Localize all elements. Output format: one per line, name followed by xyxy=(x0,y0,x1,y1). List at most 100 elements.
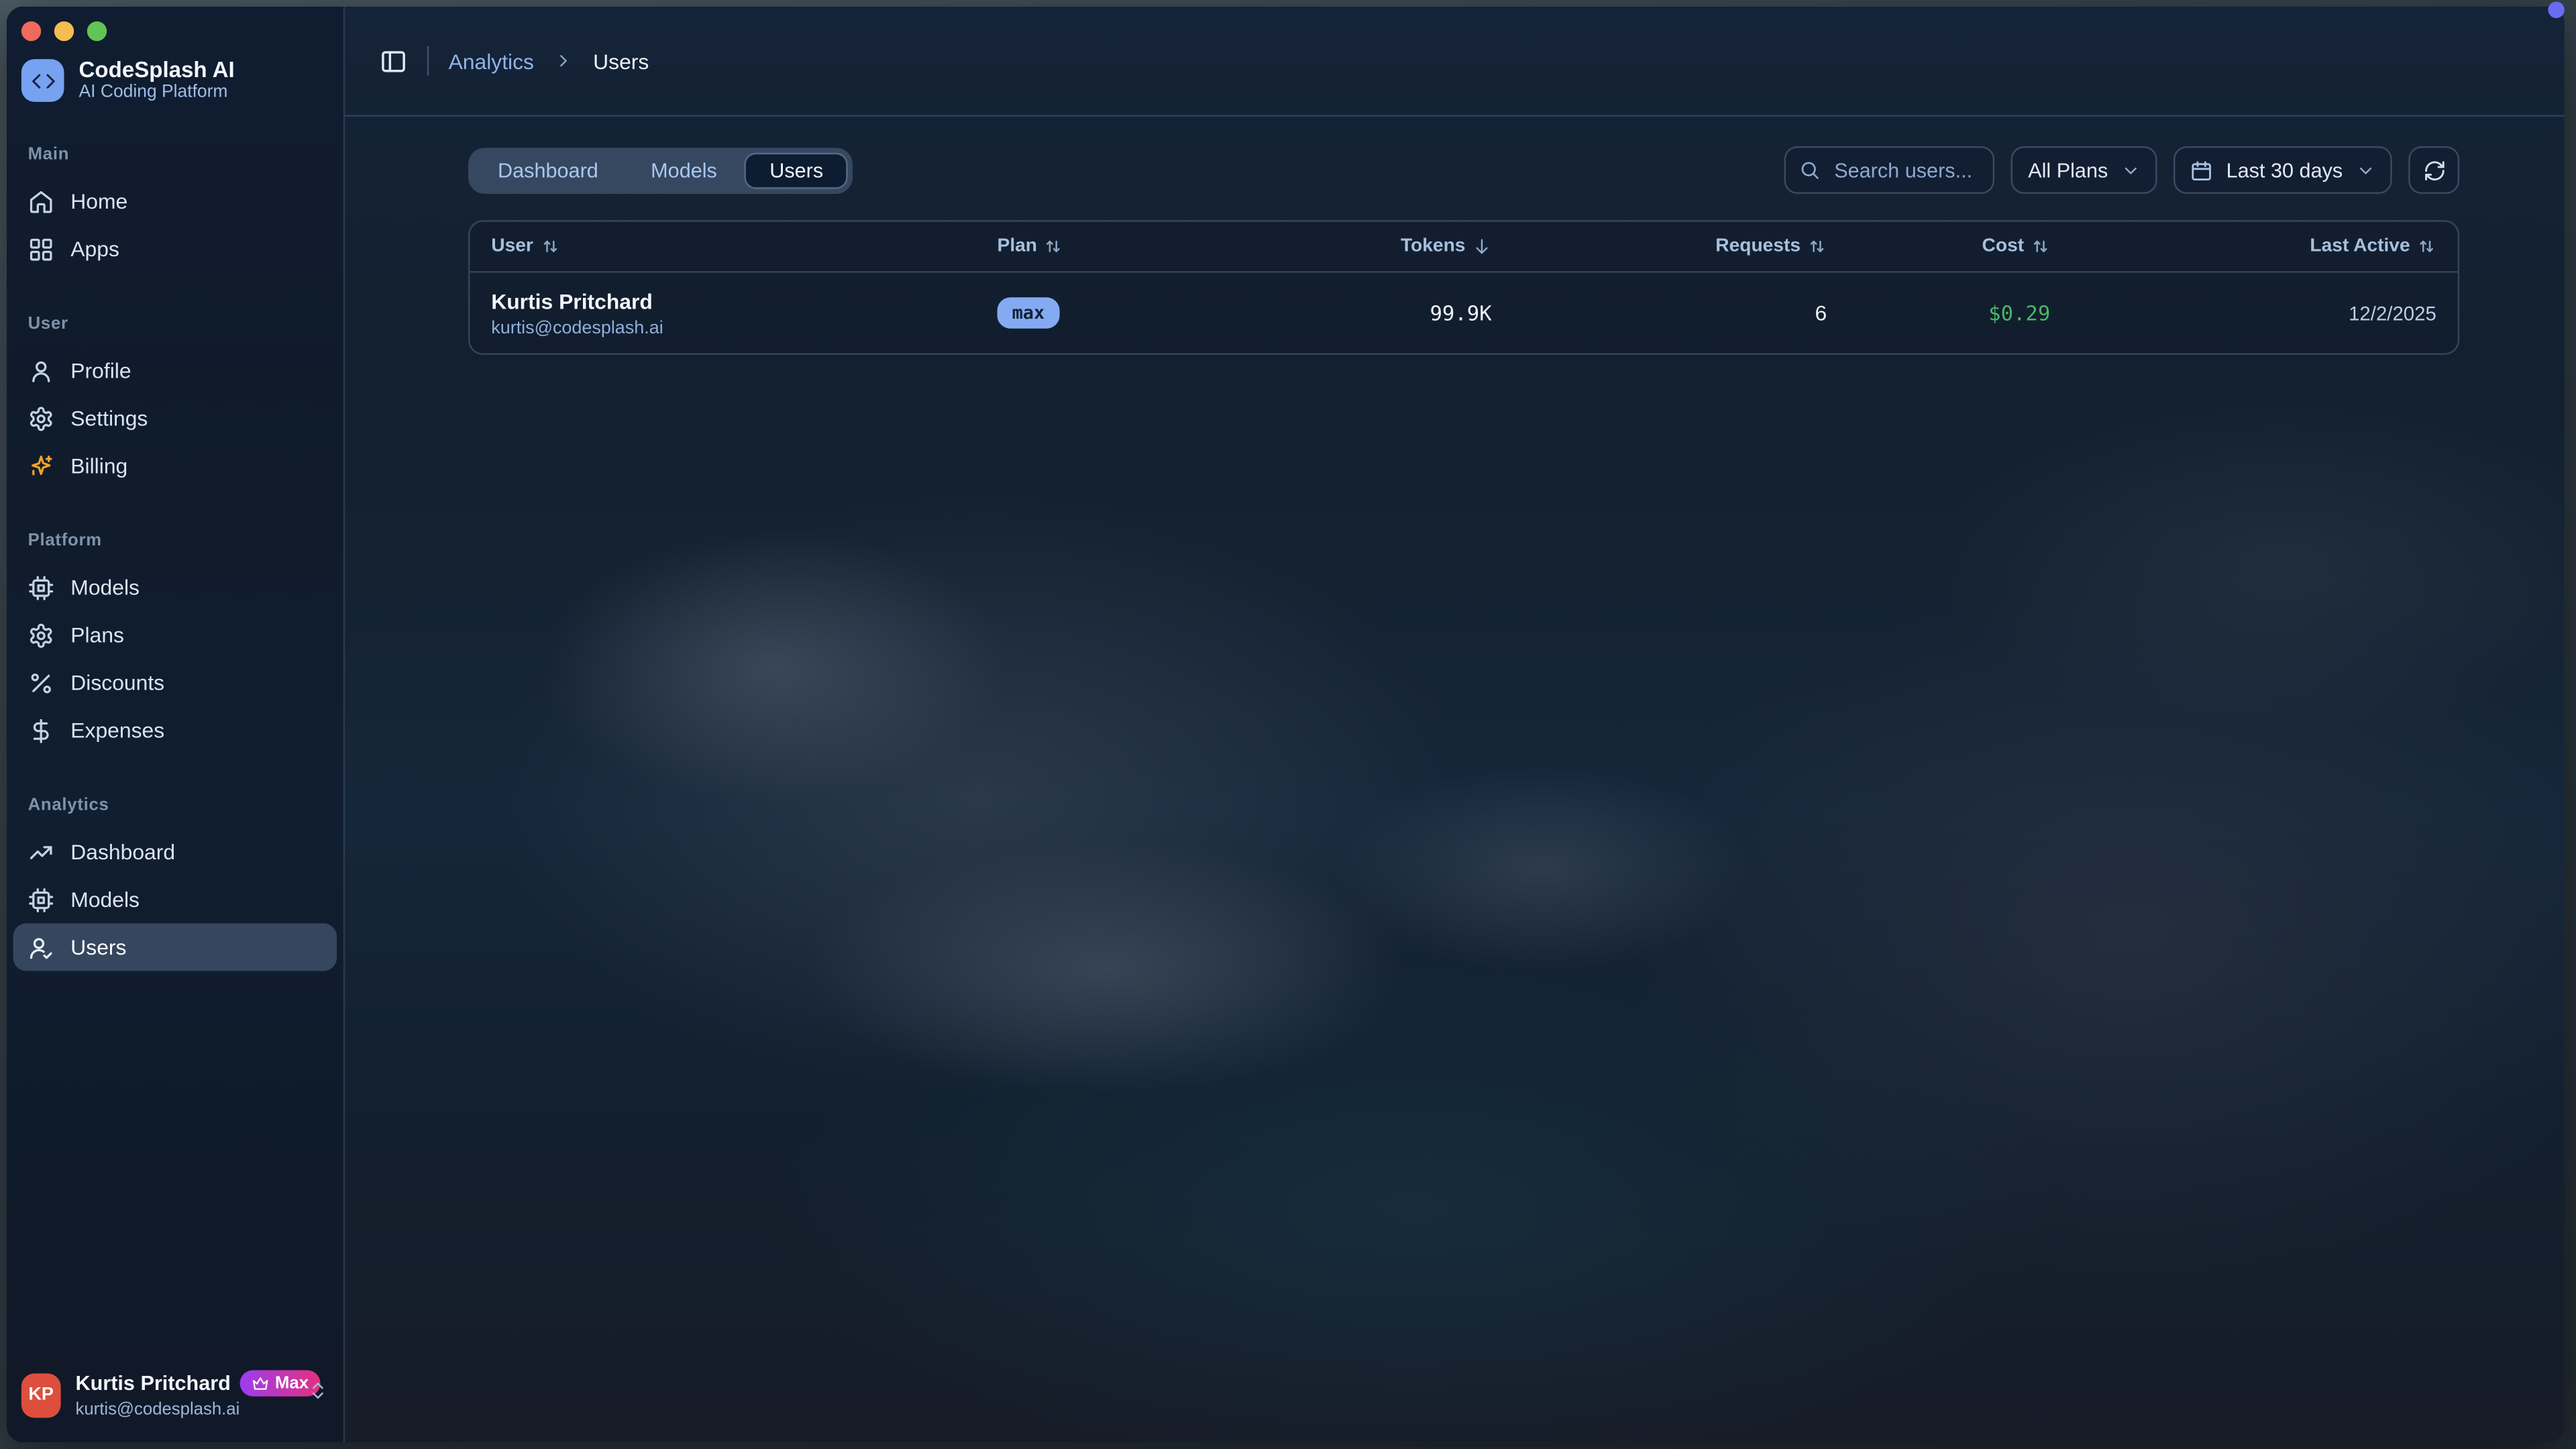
sidebar-item-plans[interactable]: Plans xyxy=(13,611,337,659)
sort-icon xyxy=(2416,237,2436,256)
plan-filter-dropdown[interactable]: All Plans xyxy=(2012,146,2157,194)
column-header-requests[interactable]: Requests xyxy=(1492,237,1827,256)
sidebar-item-settings[interactable]: Settings xyxy=(13,394,337,442)
search-icon xyxy=(1800,160,1821,181)
user-cell: Kurtis Pritchard kurtis@codesplash.ai xyxy=(491,288,997,337)
sidebar-item-home[interactable]: Home xyxy=(13,177,337,225)
sidebar-item-label: Dashboard xyxy=(70,839,175,864)
sidebar-nav: Main Home Apps User Profile Settings xyxy=(7,103,343,1354)
refresh-icon xyxy=(2422,158,2445,181)
chevron-right-icon xyxy=(553,51,573,70)
search-input[interactable] xyxy=(1831,157,1980,183)
home-icon xyxy=(28,188,54,214)
breadcrumb-analytics[interactable]: Analytics xyxy=(449,48,534,73)
sidebar-user-menu[interactable]: KP Kurtis Pritchard Max kurtis@codesplas… xyxy=(7,1354,343,1442)
chevron-down-icon xyxy=(2121,160,2141,180)
top-header: Analytics Users xyxy=(345,7,2565,117)
apps-grid-icon xyxy=(28,235,54,262)
avatar: KP xyxy=(21,1373,61,1417)
gear-icon xyxy=(28,405,54,431)
plan-badge: max xyxy=(998,297,1060,329)
sidebar-item-analytics-users[interactable]: Users xyxy=(13,923,337,971)
sidebar-item-label: Billing xyxy=(70,453,127,478)
sidebar-item-analytics-dashboard[interactable]: Dashboard xyxy=(13,828,337,875)
sidebar-item-models[interactable]: Models xyxy=(13,564,337,611)
sidebar-item-apps[interactable]: Apps xyxy=(13,225,337,273)
sidebar-item-label: Apps xyxy=(70,237,119,262)
sort-icon xyxy=(1044,237,1063,256)
main-area: Analytics Users Dashboard Models Users xyxy=(345,7,2565,1442)
row-user-name: Kurtis Pritchard xyxy=(491,288,997,313)
section-label-user: User xyxy=(13,273,337,347)
column-header-user[interactable]: User xyxy=(491,237,997,256)
sidebar-item-billing[interactable]: Billing xyxy=(13,442,337,490)
tab-models[interactable]: Models xyxy=(626,152,741,189)
calendar-icon xyxy=(2190,158,2213,181)
section-label-analytics: Analytics xyxy=(13,754,337,828)
breadcrumb-users: Users xyxy=(593,48,649,73)
chevron-down-icon xyxy=(2356,160,2375,180)
column-header-plan[interactable]: Plan xyxy=(998,237,1277,256)
sidebar: CodeSplash AI AI Coding Platform Main Ho… xyxy=(7,7,345,1442)
dollar-icon xyxy=(28,717,54,743)
sort-desc-icon xyxy=(1472,237,1491,256)
sidebar-item-discounts[interactable]: Discounts xyxy=(13,659,337,706)
desktop: CodeSplash AI AI Coding Platform Main Ho… xyxy=(0,0,2576,1449)
cost-cell: $0.29 xyxy=(1827,301,2050,325)
date-range-value: Last 30 days xyxy=(2226,158,2343,181)
tab-dashboard[interactable]: Dashboard xyxy=(473,152,623,189)
percent-icon xyxy=(28,669,54,696)
app-window: CodeSplash AI AI Coding Platform Main Ho… xyxy=(7,7,2565,1442)
minimize-window-button[interactable] xyxy=(54,21,74,41)
content: Dashboard Models Users All Plans xyxy=(345,117,2565,355)
refresh-button[interactable] xyxy=(2408,146,2459,194)
tokens-cell: 99.9K xyxy=(1277,301,1492,325)
column-header-tokens[interactable]: Tokens xyxy=(1277,237,1492,256)
sort-icon xyxy=(540,237,559,256)
window-controls xyxy=(7,7,343,41)
sidebar-item-label: Plans xyxy=(70,623,124,647)
date-range-dropdown[interactable]: Last 30 days xyxy=(2174,146,2392,194)
zoom-window-button[interactable] xyxy=(87,21,107,41)
brand: CodeSplash AI AI Coding Platform xyxy=(7,41,343,103)
section-label-main: Main xyxy=(13,103,337,177)
table-header-row: User Plan Tokens Requests xyxy=(470,222,2457,273)
search-users-field[interactable] xyxy=(1785,146,1995,194)
sidebar-item-expenses[interactable]: Expenses xyxy=(13,706,337,754)
close-window-button[interactable] xyxy=(21,21,41,41)
requests-cell: 6 xyxy=(1492,301,1827,325)
crown-icon xyxy=(252,1375,270,1393)
sidebar-user-email: kurtis@codesplash.ai xyxy=(76,1400,292,1419)
sidebar-toggle-icon[interactable] xyxy=(380,47,408,75)
tab-users[interactable]: Users xyxy=(745,152,847,189)
sidebar-item-label: Settings xyxy=(70,406,148,431)
plan-filter-value: All Plans xyxy=(2028,158,2108,181)
last-active-cell: 12/2/2025 xyxy=(2050,301,2436,324)
users-table: User Plan Tokens Requests xyxy=(468,220,2459,355)
brand-tagline: AI Coding Platform xyxy=(79,82,235,103)
sidebar-item-profile[interactable]: Profile xyxy=(13,347,337,394)
sidebar-item-label: Users xyxy=(70,934,126,959)
user-check-icon xyxy=(28,934,54,960)
sidebar-item-analytics-models[interactable]: Models xyxy=(13,875,337,923)
code-icon xyxy=(21,59,64,102)
table-row[interactable]: Kurtis Pritchard kurtis@codesplash.ai ma… xyxy=(470,273,2457,354)
sort-icon xyxy=(1807,237,1827,256)
column-header-last-active[interactable]: Last Active xyxy=(2050,237,2436,256)
section-label-platform: Platform xyxy=(13,490,337,564)
sidebar-user-name: Kurtis Pritchard xyxy=(76,1372,231,1395)
sidebar-item-label: Models xyxy=(70,887,140,912)
header-divider xyxy=(427,46,429,76)
plan-cell: max xyxy=(998,297,1277,329)
column-header-cost[interactable]: Cost xyxy=(1827,237,2050,256)
brand-name: CodeSplash AI xyxy=(79,58,235,83)
toolbar: Dashboard Models Users All Plans xyxy=(468,146,2459,194)
row-user-email: kurtis@codesplash.ai xyxy=(491,318,997,337)
sort-icon xyxy=(2031,237,2050,256)
chip-icon xyxy=(28,574,54,600)
sidebar-item-label: Expenses xyxy=(70,718,164,743)
user-icon xyxy=(28,358,54,384)
trending-up-icon xyxy=(28,839,54,865)
sidebar-item-label: Home xyxy=(70,189,127,214)
gear-icon xyxy=(28,622,54,648)
